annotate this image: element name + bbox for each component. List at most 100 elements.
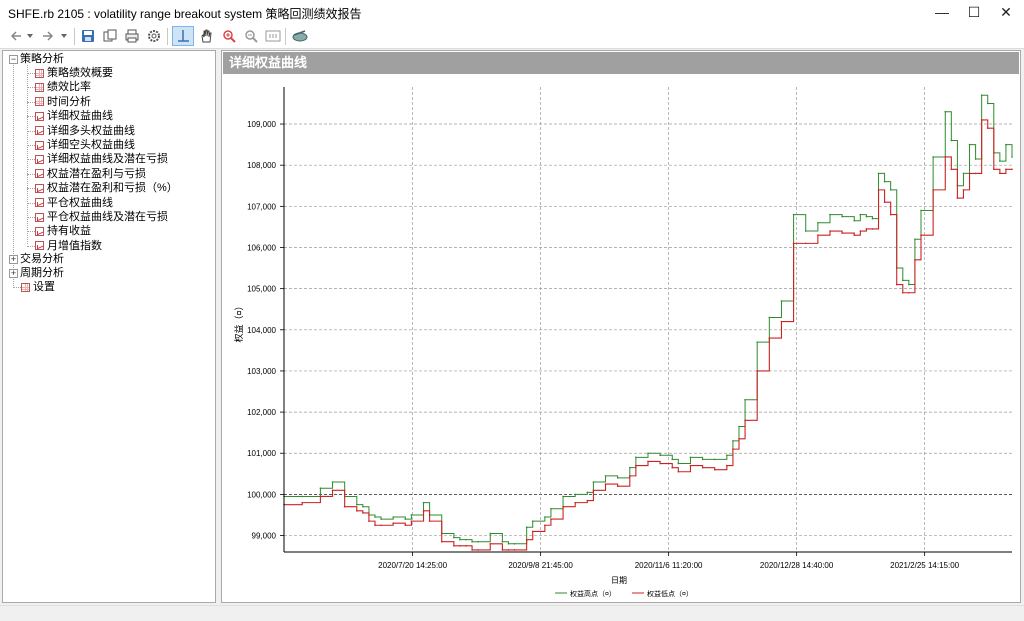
- back-dropdown-icon[interactable]: [24, 26, 36, 46]
- data-point: [944, 110, 947, 113]
- data-point: [562, 505, 564, 508]
- data-point: [404, 524, 407, 527]
- data-point: [319, 487, 322, 490]
- expand-icon[interactable]: +: [9, 269, 18, 278]
- data-point: [525, 538, 528, 541]
- copy-icon[interactable]: [100, 26, 120, 46]
- tree-node-child[interactable]: 平仓权益曲线及潜在亏损: [35, 210, 168, 224]
- tree-node-child[interactable]: 权益潜在盈利与亏损: [35, 167, 146, 181]
- x-axis-label: 日期: [611, 576, 627, 585]
- collapse-icon[interactable]: −: [9, 55, 18, 64]
- data-point: [980, 119, 983, 121]
- tree-node-child[interactable]: 策略绩效概要: [35, 66, 113, 80]
- tree-node-strategy-analysis[interactable]: 策略分析: [20, 52, 64, 66]
- save-icon[interactable]: [78, 26, 98, 46]
- tree-node-child[interactable]: 月增值指数: [35, 239, 102, 253]
- data-point: [592, 481, 595, 483]
- tree-node-child[interactable]: 时间分析: [35, 95, 91, 109]
- series-line: [284, 119, 1012, 551]
- tree-node-period-analysis[interactable]: 周期分析: [20, 266, 64, 280]
- tree-node-settings[interactable]: 设置: [21, 280, 55, 294]
- tree-node-child[interactable]: 详细权益曲线: [35, 109, 113, 123]
- data-point: [501, 549, 504, 551]
- zoom-out-icon[interactable]: [241, 26, 261, 46]
- data-point: [950, 168, 953, 171]
- tree-node-child[interactable]: 详细多头权益曲线: [35, 124, 135, 138]
- data-point: [877, 189, 880, 191]
- tree-node-child[interactable]: 持有收益: [35, 224, 91, 238]
- data-point: [689, 456, 692, 459]
- print-icon[interactable]: [122, 26, 142, 46]
- series-high: [283, 94, 1013, 545]
- close-button[interactable]: ✕: [990, 0, 1022, 24]
- y-tick-label: 104,000: [247, 326, 276, 335]
- pan-hand-icon[interactable]: [196, 26, 216, 46]
- data-point: [574, 501, 576, 504]
- data-point: [865, 215, 868, 218]
- tree-line: [27, 173, 35, 176]
- maximize-button[interactable]: ☐: [958, 0, 990, 24]
- settings-icon[interactable]: [144, 26, 164, 46]
- data-point: [804, 242, 807, 245]
- data-point: [471, 540, 473, 543]
- minimize-button[interactable]: —: [926, 0, 958, 24]
- chart-icon: [35, 169, 44, 179]
- data-point: [871, 228, 874, 230]
- data-point: [865, 228, 868, 230]
- tree-node-label: 详细空头权益曲线: [47, 139, 135, 151]
- data-point: [908, 291, 910, 294]
- tree-node-child[interactable]: 权益潜在盈利和亏损（%）: [35, 181, 178, 195]
- data-point: [574, 493, 576, 496]
- data-point: [962, 189, 965, 191]
- data-point: [738, 425, 740, 428]
- data-point: [999, 160, 1001, 162]
- tree-node-label: 月增值指数: [47, 239, 102, 252]
- x-tick-label: 2020/11/6 11:20:00: [635, 561, 703, 570]
- crosshair-icon[interactable]: [172, 26, 194, 46]
- export-icon[interactable]: [290, 26, 310, 46]
- tree-line: [13, 287, 21, 289]
- data-point: [859, 230, 862, 232]
- chart-icon: [35, 111, 44, 121]
- data-point: [744, 398, 746, 401]
- data-point: [531, 520, 534, 522]
- data-point: [422, 501, 425, 504]
- series-line: [284, 94, 1013, 545]
- data-point: [908, 283, 910, 286]
- zoom-fit-icon[interactable]: [263, 26, 283, 46]
- data-point: [932, 156, 934, 158]
- tree-node-child[interactable]: 详细空头权益曲线: [35, 138, 135, 152]
- y-tick-label: 106,000: [247, 243, 276, 252]
- back-icon[interactable]: [6, 26, 26, 46]
- data-point: [962, 172, 965, 175]
- expand-icon[interactable]: +: [9, 255, 18, 264]
- chart-grid: [284, 87, 1012, 552]
- data-point: [616, 485, 619, 487]
- data-point: [513, 549, 516, 551]
- tree-node-child[interactable]: 平仓权益曲线: [35, 196, 113, 210]
- equity-chart[interactable]: 99,000 100,000 101,000 102,000 103,000 104,00…: [222, 74, 1020, 602]
- tree-line: [27, 87, 35, 89]
- x-tick-label: 2020/12/28 14:40:00: [760, 561, 834, 570]
- tree-node-child[interactable]: 详细权益曲线及潜在亏损: [35, 152, 168, 166]
- tree-node-label: 详细权益曲线: [47, 110, 113, 123]
- zoom-in-icon[interactable]: [219, 26, 239, 46]
- tree-line: [27, 145, 35, 147]
- data-point: [471, 549, 473, 551]
- x-tick-label: 2020/9/8 21:45:00: [508, 561, 573, 570]
- data-point: [410, 520, 413, 522]
- forward-icon[interactable]: [38, 26, 58, 46]
- tree-node-label: 周期分析: [20, 267, 64, 279]
- data-point: [986, 127, 989, 129]
- table-icon: [35, 68, 44, 78]
- forward-dropdown-icon[interactable]: [58, 26, 70, 46]
- data-point: [562, 495, 564, 498]
- data-point: [404, 518, 407, 520]
- tree-node-trade-analysis[interactable]: 交易分析: [20, 252, 64, 266]
- title-bar: SHFE.rb 2105 : volatility range breakout…: [0, 0, 1024, 24]
- data-point: [1011, 156, 1013, 158]
- data-point: [677, 462, 680, 465]
- data-point: [477, 549, 479, 551]
- tree-node-label: 时间分析: [47, 95, 91, 108]
- tree-node-child[interactable]: 绩效比率: [35, 80, 91, 94]
